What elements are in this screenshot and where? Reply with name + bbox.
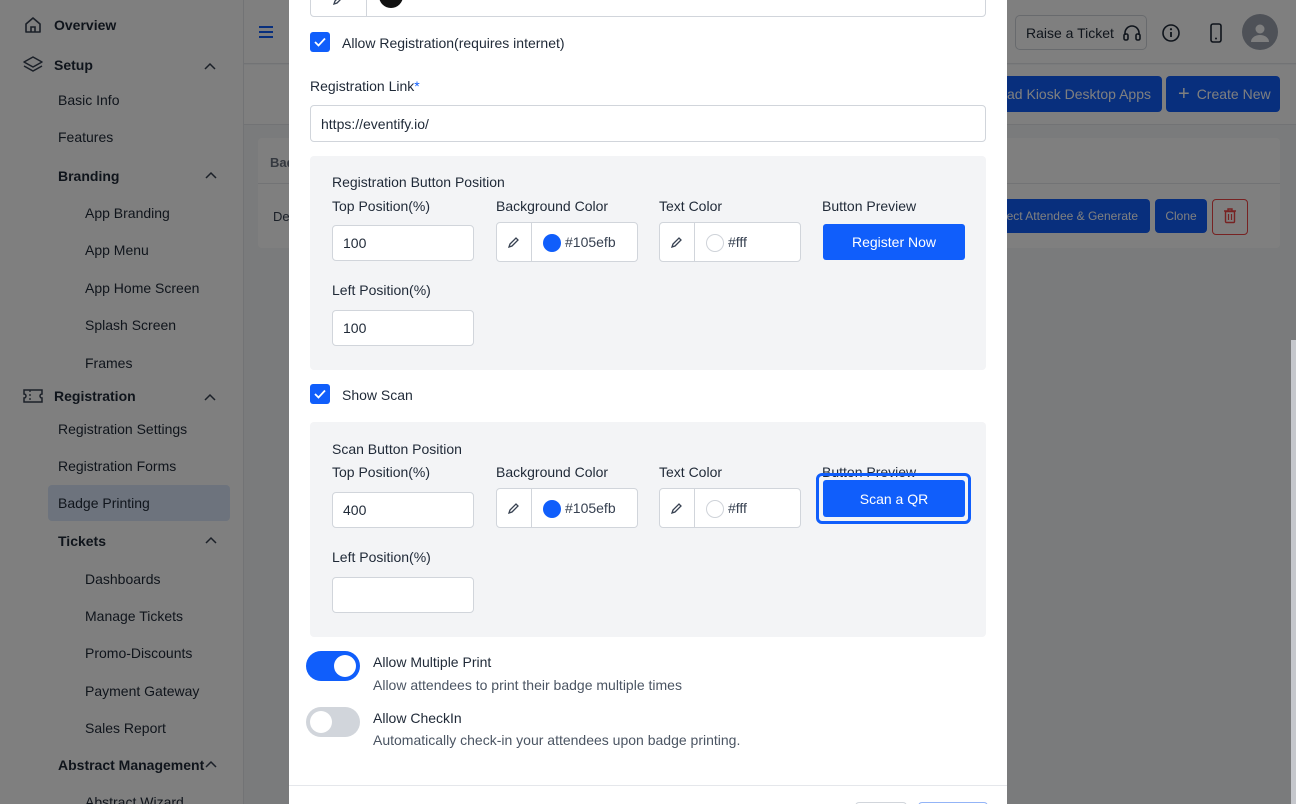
color-swatch (379, 0, 403, 8)
show-scan-checkbox[interactable] (310, 384, 330, 404)
background-color-input[interactable]: #105efb (496, 488, 638, 528)
color-field-top[interactable]: #000000 (310, 0, 986, 17)
top-position-input[interactable]: 400 (332, 492, 474, 528)
color-swatch (706, 500, 724, 518)
color-value: #105efb (565, 234, 616, 250)
color-value: #fff (728, 500, 747, 516)
show-scan-label: Show Scan (342, 387, 413, 403)
toggle-knob (334, 655, 356, 677)
left-position-input[interactable]: 100 (332, 310, 474, 346)
left-position-label: Left Position(%) (332, 549, 431, 565)
eyedropper-icon[interactable] (311, 0, 367, 16)
registration-link-label-text: Registration Link (310, 78, 415, 94)
scan-qr-preview-button[interactable]: Scan a QR (823, 480, 965, 517)
eyedropper-icon[interactable] (497, 223, 532, 261)
text-color-label: Text Color (659, 464, 723, 480)
background-color-label: Background Color (496, 198, 609, 214)
allow-multiple-print-toggle[interactable] (306, 651, 360, 681)
register-now-preview-button[interactable]: Register Now (823, 224, 965, 260)
panel-title: Registration Button Position (332, 174, 505, 190)
top-position-label: Top Position(%) (332, 198, 431, 214)
registration-link-label: Registration Link* (310, 78, 420, 94)
allow-checkin-toggle[interactable] (306, 707, 360, 737)
modal-footer-divider (289, 785, 1007, 786)
allow-checkin-title: Allow CheckIn (373, 710, 462, 726)
allow-checkin-desc: Automatically check-in your attendees up… (373, 732, 741, 748)
allow-multiple-print-desc: Allow attendees to print their badge mul… (373, 677, 682, 693)
allow-multiple-print-title: Allow Multiple Print (373, 654, 492, 670)
color-value: #fff (728, 234, 747, 250)
allow-registration-label: Allow Registration(requires internet) (342, 35, 565, 51)
button-preview-label: Button Preview (822, 198, 917, 214)
required-mark: * (414, 78, 420, 94)
registration-link-input[interactable]: https://eventify.io/ (310, 105, 986, 142)
eyedropper-icon[interactable] (660, 223, 695, 261)
eyedropper-icon[interactable] (660, 489, 695, 527)
text-color-input[interactable]: #fff (659, 222, 801, 262)
left-position-label: Left Position(%) (332, 282, 431, 298)
panel-title: Scan Button Position (332, 441, 462, 457)
toggle-knob (310, 711, 332, 733)
color-value: #000000 (427, 0, 482, 3)
background-color-label: Background Color (496, 464, 609, 480)
background-color-input[interactable]: #105efb (496, 222, 638, 262)
eyedropper-icon[interactable] (497, 489, 532, 527)
color-swatch (543, 500, 561, 518)
left-position-input[interactable] (332, 577, 474, 613)
top-position-input[interactable]: 100 (332, 225, 474, 261)
text-color-input[interactable]: #fff (659, 488, 801, 528)
color-swatch (706, 234, 724, 252)
color-swatch (543, 234, 561, 252)
top-position-label: Top Position(%) (332, 464, 431, 480)
color-value: #105efb (565, 500, 616, 516)
text-color-label: Text Color (659, 198, 723, 214)
allow-registration-checkbox[interactable] (310, 32, 330, 52)
page-scrollbar[interactable] (1291, 340, 1296, 804)
